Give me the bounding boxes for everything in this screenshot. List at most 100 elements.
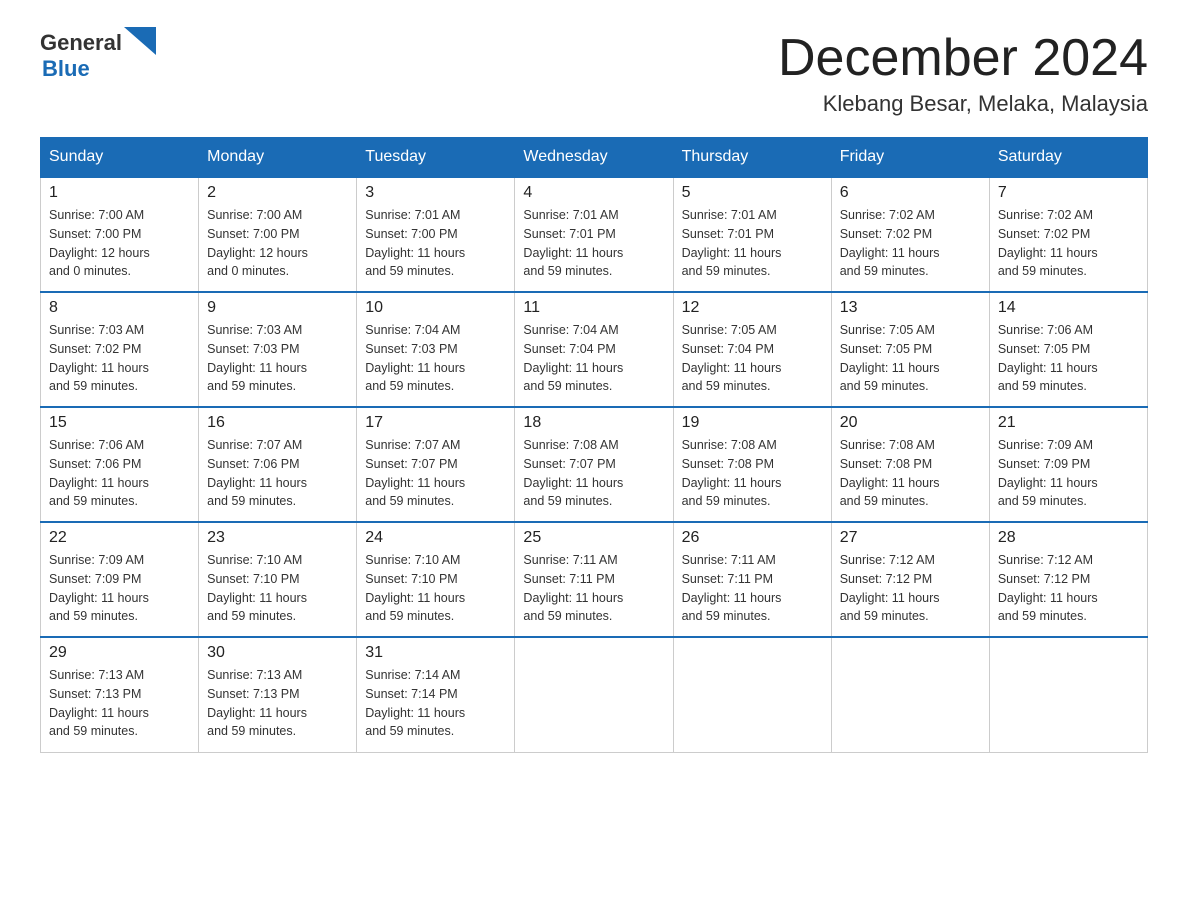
logo-text-blue: Blue: [42, 56, 90, 81]
day-number: 22: [49, 529, 190, 547]
day-number: 11: [523, 299, 664, 317]
day-number: 25: [523, 529, 664, 547]
table-row: [673, 637, 831, 752]
table-row: 5 Sunrise: 7:01 AMSunset: 7:01 PMDayligh…: [673, 177, 831, 292]
day-info: Sunrise: 7:06 AMSunset: 7:05 PMDaylight:…: [998, 323, 1098, 393]
month-title: December 2024: [778, 30, 1148, 87]
day-number: 29: [49, 644, 190, 662]
day-number: 19: [682, 414, 823, 432]
day-info: Sunrise: 7:00 AMSunset: 7:00 PMDaylight:…: [49, 208, 150, 278]
day-number: 1: [49, 184, 190, 202]
logo-icon: [124, 27, 156, 55]
day-info: Sunrise: 7:13 AMSunset: 7:13 PMDaylight:…: [207, 668, 307, 738]
day-number: 14: [998, 299, 1139, 317]
day-number: 15: [49, 414, 190, 432]
day-number: 23: [207, 529, 348, 547]
day-number: 9: [207, 299, 348, 317]
title-section: December 2024 Klebang Besar, Melaka, Mal…: [778, 30, 1148, 117]
table-row: 24 Sunrise: 7:10 AMSunset: 7:10 PMDaylig…: [357, 522, 515, 637]
table-row: 8 Sunrise: 7:03 AMSunset: 7:02 PMDayligh…: [41, 292, 199, 407]
calendar-week-row: 15 Sunrise: 7:06 AMSunset: 7:06 PMDaylig…: [41, 407, 1148, 522]
day-info: Sunrise: 7:12 AMSunset: 7:12 PMDaylight:…: [998, 553, 1098, 623]
day-info: Sunrise: 7:07 AMSunset: 7:07 PMDaylight:…: [365, 438, 465, 508]
calendar-table: Sunday Monday Tuesday Wednesday Thursday…: [40, 137, 1148, 753]
day-number: 6: [840, 184, 981, 202]
table-row: 2 Sunrise: 7:00 AMSunset: 7:00 PMDayligh…: [199, 177, 357, 292]
day-info: Sunrise: 7:04 AMSunset: 7:04 PMDaylight:…: [523, 323, 623, 393]
day-info: Sunrise: 7:10 AMSunset: 7:10 PMDaylight:…: [207, 553, 307, 623]
day-info: Sunrise: 7:04 AMSunset: 7:03 PMDaylight:…: [365, 323, 465, 393]
day-number: 28: [998, 529, 1139, 547]
table-row: 28 Sunrise: 7:12 AMSunset: 7:12 PMDaylig…: [989, 522, 1147, 637]
day-number: 10: [365, 299, 506, 317]
day-info: Sunrise: 7:07 AMSunset: 7:06 PMDaylight:…: [207, 438, 307, 508]
day-info: Sunrise: 7:08 AMSunset: 7:07 PMDaylight:…: [523, 438, 623, 508]
table-row: 20 Sunrise: 7:08 AMSunset: 7:08 PMDaylig…: [831, 407, 989, 522]
table-row: 31 Sunrise: 7:14 AMSunset: 7:14 PMDaylig…: [357, 637, 515, 752]
table-row: 27 Sunrise: 7:12 AMSunset: 7:12 PMDaylig…: [831, 522, 989, 637]
day-info: Sunrise: 7:08 AMSunset: 7:08 PMDaylight:…: [682, 438, 782, 508]
day-number: 26: [682, 529, 823, 547]
table-row: 21 Sunrise: 7:09 AMSunset: 7:09 PMDaylig…: [989, 407, 1147, 522]
day-info: Sunrise: 7:12 AMSunset: 7:12 PMDaylight:…: [840, 553, 940, 623]
day-info: Sunrise: 7:02 AMSunset: 7:02 PMDaylight:…: [998, 208, 1098, 278]
header-sunday: Sunday: [41, 138, 199, 178]
table-row: 10 Sunrise: 7:04 AMSunset: 7:03 PMDaylig…: [357, 292, 515, 407]
table-row: 18 Sunrise: 7:08 AMSunset: 7:07 PMDaylig…: [515, 407, 673, 522]
page-header: General Blue December 2024 Klebang Besar…: [40, 30, 1148, 117]
calendar-week-row: 1 Sunrise: 7:00 AMSunset: 7:00 PMDayligh…: [41, 177, 1148, 292]
header-friday: Friday: [831, 138, 989, 178]
table-row: 22 Sunrise: 7:09 AMSunset: 7:09 PMDaylig…: [41, 522, 199, 637]
day-number: 5: [682, 184, 823, 202]
header-saturday: Saturday: [989, 138, 1147, 178]
logo: General Blue: [40, 30, 156, 82]
table-row: 1 Sunrise: 7:00 AMSunset: 7:00 PMDayligh…: [41, 177, 199, 292]
table-row: 26 Sunrise: 7:11 AMSunset: 7:11 PMDaylig…: [673, 522, 831, 637]
day-info: Sunrise: 7:14 AMSunset: 7:14 PMDaylight:…: [365, 668, 465, 738]
table-row: 4 Sunrise: 7:01 AMSunset: 7:01 PMDayligh…: [515, 177, 673, 292]
table-row: 15 Sunrise: 7:06 AMSunset: 7:06 PMDaylig…: [41, 407, 199, 522]
calendar-week-row: 22 Sunrise: 7:09 AMSunset: 7:09 PMDaylig…: [41, 522, 1148, 637]
table-row: 14 Sunrise: 7:06 AMSunset: 7:05 PMDaylig…: [989, 292, 1147, 407]
day-info: Sunrise: 7:01 AMSunset: 7:00 PMDaylight:…: [365, 208, 465, 278]
day-info: Sunrise: 7:08 AMSunset: 7:08 PMDaylight:…: [840, 438, 940, 508]
header-thursday: Thursday: [673, 138, 831, 178]
day-info: Sunrise: 7:02 AMSunset: 7:02 PMDaylight:…: [840, 208, 940, 278]
table-row: [989, 637, 1147, 752]
table-row: 25 Sunrise: 7:11 AMSunset: 7:11 PMDaylig…: [515, 522, 673, 637]
table-row: 30 Sunrise: 7:13 AMSunset: 7:13 PMDaylig…: [199, 637, 357, 752]
day-info: Sunrise: 7:10 AMSunset: 7:10 PMDaylight:…: [365, 553, 465, 623]
day-number: 31: [365, 644, 506, 662]
day-info: Sunrise: 7:00 AMSunset: 7:00 PMDaylight:…: [207, 208, 308, 278]
location-title: Klebang Besar, Melaka, Malaysia: [778, 91, 1148, 117]
table-row: 29 Sunrise: 7:13 AMSunset: 7:13 PMDaylig…: [41, 637, 199, 752]
day-number: 18: [523, 414, 664, 432]
day-info: Sunrise: 7:05 AMSunset: 7:04 PMDaylight:…: [682, 323, 782, 393]
table-row: [515, 637, 673, 752]
table-row: 12 Sunrise: 7:05 AMSunset: 7:04 PMDaylig…: [673, 292, 831, 407]
day-info: Sunrise: 7:09 AMSunset: 7:09 PMDaylight:…: [998, 438, 1098, 508]
day-info: Sunrise: 7:03 AMSunset: 7:03 PMDaylight:…: [207, 323, 307, 393]
day-number: 4: [523, 184, 664, 202]
logo-text-general: General: [40, 30, 122, 56]
calendar-week-row: 29 Sunrise: 7:13 AMSunset: 7:13 PMDaylig…: [41, 637, 1148, 752]
day-number: 7: [998, 184, 1139, 202]
day-info: Sunrise: 7:11 AMSunset: 7:11 PMDaylight:…: [523, 553, 623, 623]
day-info: Sunrise: 7:05 AMSunset: 7:05 PMDaylight:…: [840, 323, 940, 393]
day-number: 8: [49, 299, 190, 317]
table-row: 23 Sunrise: 7:10 AMSunset: 7:10 PMDaylig…: [199, 522, 357, 637]
table-row: 19 Sunrise: 7:08 AMSunset: 7:08 PMDaylig…: [673, 407, 831, 522]
table-row: 16 Sunrise: 7:07 AMSunset: 7:06 PMDaylig…: [199, 407, 357, 522]
table-row: 13 Sunrise: 7:05 AMSunset: 7:05 PMDaylig…: [831, 292, 989, 407]
day-number: 16: [207, 414, 348, 432]
table-row: 6 Sunrise: 7:02 AMSunset: 7:02 PMDayligh…: [831, 177, 989, 292]
day-number: 12: [682, 299, 823, 317]
weekday-header-row: Sunday Monday Tuesday Wednesday Thursday…: [41, 138, 1148, 178]
day-number: 20: [840, 414, 981, 432]
day-info: Sunrise: 7:01 AMSunset: 7:01 PMDaylight:…: [523, 208, 623, 278]
day-info: Sunrise: 7:09 AMSunset: 7:09 PMDaylight:…: [49, 553, 149, 623]
table-row: 3 Sunrise: 7:01 AMSunset: 7:00 PMDayligh…: [357, 177, 515, 292]
header-wednesday: Wednesday: [515, 138, 673, 178]
day-number: 2: [207, 184, 348, 202]
day-info: Sunrise: 7:01 AMSunset: 7:01 PMDaylight:…: [682, 208, 782, 278]
